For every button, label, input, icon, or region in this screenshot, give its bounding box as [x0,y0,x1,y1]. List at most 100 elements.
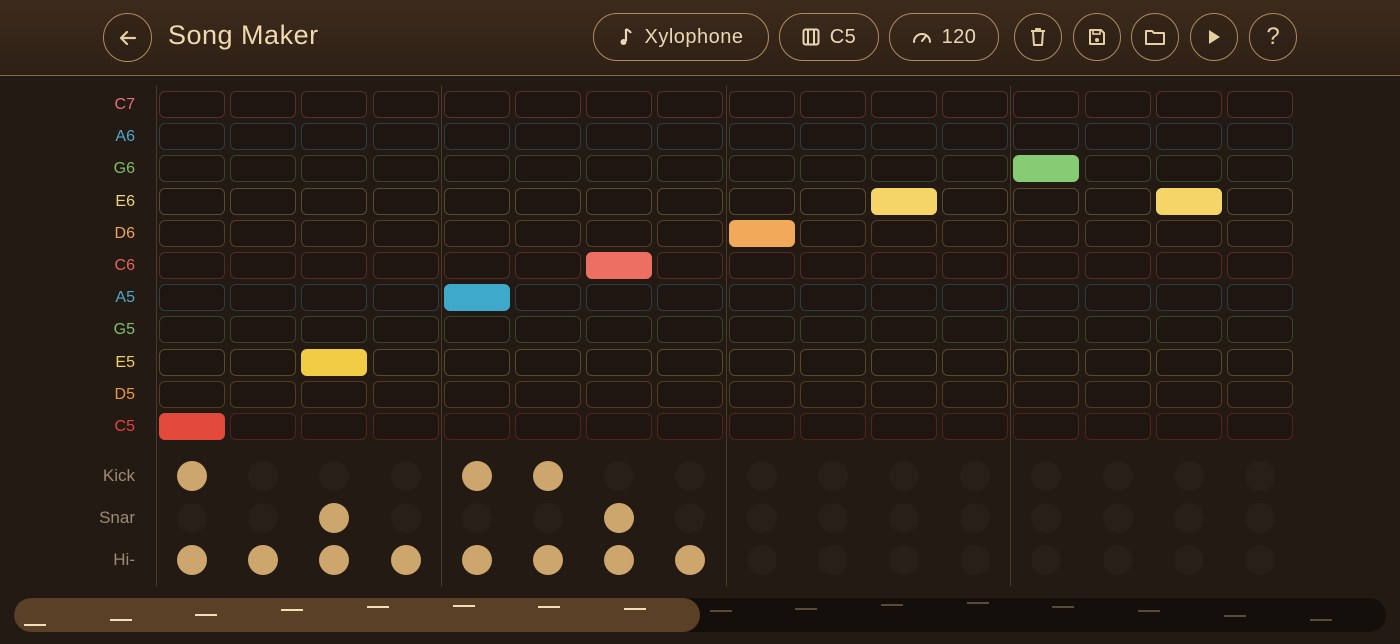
drum-cell[interactable] [248,503,278,533]
note-cell[interactable] [1155,380,1222,408]
note-cell[interactable] [1084,252,1151,279]
note-cell[interactable] [159,284,225,312]
note-cell[interactable] [728,413,795,440]
note-cell[interactable] [942,252,1009,279]
note-cell[interactable] [159,252,225,279]
drum-hit[interactable] [177,545,207,575]
note-cell[interactable] [230,380,297,408]
note-cell[interactable] [372,348,439,376]
note-cell[interactable] [586,380,653,408]
note-cell[interactable] [230,284,297,312]
drum-cell[interactable] [462,503,492,533]
note-cell[interactable] [586,348,653,376]
note-cell[interactable] [728,316,795,344]
delete-button[interactable] [1014,13,1062,61]
note-cell[interactable] [586,187,653,215]
note-cell[interactable] [1084,187,1151,215]
note-cell[interactable] [657,252,724,279]
note-cell[interactable] [372,252,439,279]
note-cell[interactable] [586,155,653,183]
note-cell[interactable] [799,348,866,376]
note-cell[interactable] [515,219,581,247]
note-cell[interactable] [1013,91,1080,118]
note-cell[interactable] [230,187,297,215]
note-cell[interactable] [159,155,225,183]
note-cell[interactable] [301,219,368,247]
note-cell[interactable] [230,252,297,279]
drum-cell[interactable] [747,461,777,491]
save-button[interactable] [1073,13,1121,61]
drum-cell[interactable] [1031,461,1061,491]
drum-cell[interactable] [889,503,919,533]
note-cell[interactable] [657,187,724,215]
note-cell[interactable] [1084,123,1151,151]
note-cell[interactable] [1155,219,1222,247]
note-cell[interactable] [301,187,368,215]
drum-cell[interactable] [1174,461,1204,491]
active-note[interactable] [1013,155,1080,183]
note-cell[interactable] [657,413,724,440]
note-cell[interactable] [871,413,937,440]
note-cell[interactable] [1155,413,1222,440]
note-cell[interactable] [657,316,724,344]
note-cell[interactable] [1227,316,1293,344]
note-cell[interactable] [443,316,510,344]
note-cell[interactable] [1155,123,1222,151]
note-cell[interactable] [657,155,724,183]
note-cell[interactable] [871,252,937,279]
drum-cell[interactable] [604,461,634,491]
drum-cell[interactable] [818,461,848,491]
note-cell[interactable] [301,316,368,344]
note-cell[interactable] [799,155,866,183]
note-cell[interactable] [515,413,581,440]
note-cell[interactable] [586,413,653,440]
note-cell[interactable] [728,348,795,376]
note-cell[interactable] [515,348,581,376]
note-cell[interactable] [159,187,225,215]
note-cell[interactable] [871,219,937,247]
active-note[interactable] [728,219,795,247]
note-cell[interactable] [1013,413,1080,440]
note-cell[interactable] [1084,219,1151,247]
active-note[interactable] [1155,187,1222,215]
note-cell[interactable] [871,284,937,312]
note-cell[interactable] [159,316,225,344]
note-cell[interactable] [515,284,581,312]
note-cell[interactable] [1084,413,1151,440]
note-cell[interactable] [443,348,510,376]
note-cell[interactable] [230,348,297,376]
note-cell[interactable] [728,91,795,118]
note-cell[interactable] [1013,219,1080,247]
note-cell[interactable] [515,123,581,151]
note-cell[interactable] [1155,348,1222,376]
drum-hit[interactable] [604,545,635,575]
note-cell[interactable] [586,284,653,312]
drum-cell[interactable] [747,503,777,533]
drum-hit[interactable] [319,545,350,575]
drum-cell[interactable] [960,461,990,491]
note-cell[interactable] [799,91,866,118]
key-button[interactable]: C5 [779,13,879,61]
note-cell[interactable] [1227,155,1293,183]
drum-hit[interactable] [461,461,492,491]
note-cell[interactable] [372,380,439,408]
drum-cell[interactable] [1245,461,1275,491]
note-cell[interactable] [301,252,368,279]
note-cell[interactable] [799,123,866,151]
note-cell[interactable] [942,413,1009,440]
note-cell[interactable] [871,155,937,183]
note-cell[interactable] [799,413,866,440]
note-cell[interactable] [728,187,795,215]
tempo-button[interactable]: 120 [889,13,999,61]
note-cell[interactable] [799,316,866,344]
note-cell[interactable] [1227,219,1293,247]
drum-cell[interactable] [248,461,278,491]
note-cell[interactable] [942,348,1009,376]
note-cell[interactable] [728,123,795,151]
play-button[interactable] [1190,13,1238,61]
note-cell[interactable] [942,187,1009,215]
note-cell[interactable] [586,123,653,151]
note-cell[interactable] [942,91,1009,118]
instrument-button[interactable]: Xylophone [593,13,769,61]
note-cell[interactable] [728,284,795,312]
